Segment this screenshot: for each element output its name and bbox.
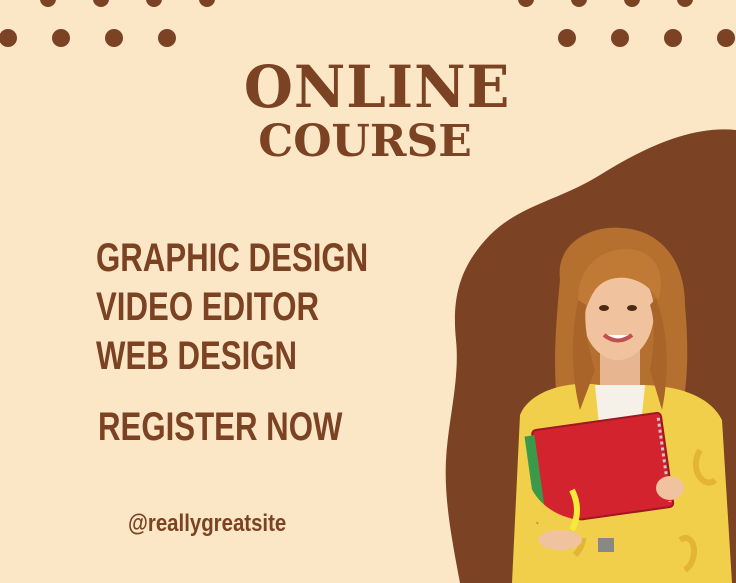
title-course: COURSE [258,116,472,167]
course-item-graphic-design: GRAPHIC DESIGN [96,236,369,280]
title-online: ONLINE [243,53,511,121]
social-handle[interactable]: @reallygreatsite [128,512,286,536]
course-item-video-editor: VIDEO EDITOR [96,285,320,329]
poster-canvas: ONLINE COURSE GRAPHIC DESIGN VIDEO EDITO… [0,0,736,583]
student-photo [512,227,732,583]
register-now-cta[interactable]: REGISTER NOW [98,407,342,447]
course-item-web-design: WEB DESIGN [96,334,298,378]
